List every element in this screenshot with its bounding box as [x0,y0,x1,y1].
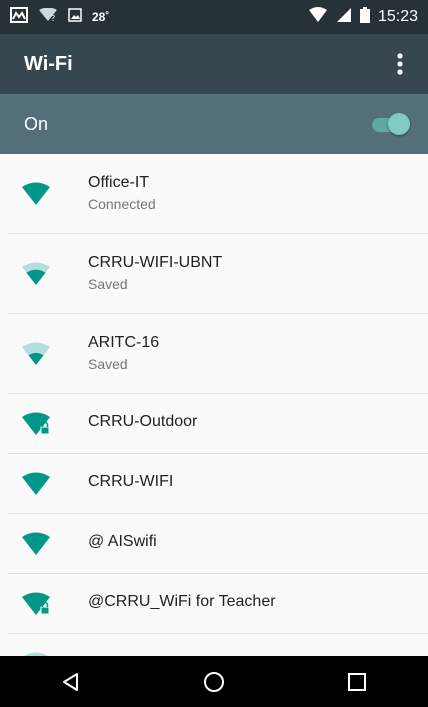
wifi-switch[interactable] [370,112,412,136]
wifi-full-icon [21,182,51,206]
recents-button[interactable] [327,662,387,702]
image-notification-icon [68,7,82,27]
temperature-text: 28˚ [92,10,110,24]
wifi-lock-icon [21,412,51,436]
back-icon [63,672,79,691]
network-status: Saved [88,356,128,372]
network-name: @ AISwifi [88,533,157,550]
wifi-toggle-bar[interactable]: On [0,94,428,154]
network-row-crru-wifi[interactable]: CRRU-WIFI [8,454,428,514]
network-row-crru-wifi-ubnt[interactable]: CRRU-WIFI-UBNT Saved [8,234,428,314]
home-icon [203,671,224,692]
svg-text:?: ? [51,14,55,22]
status-bar: ? 28˚ 15:23 [0,0,428,34]
page-title: Wi-Fi [24,52,73,75]
wifi-lock-icon [21,592,51,616]
network-status: Connected [88,196,156,212]
network-row-crru-wifi-teacher[interactable]: @CRRU_WiFi for Teacher [8,574,428,634]
network-name: Office-IT [88,174,150,191]
network-name: CRRU-WIFI-UBNT [88,254,223,271]
network-name: @CRRU_WiFi for Teacher [88,593,276,610]
wifi-medium-icon [21,262,51,286]
app-toolbar: Wi-Fi [0,34,428,94]
navigation-bar [0,656,428,707]
network-row-aritc-16[interactable]: ARITC-16 Saved [8,314,428,394]
network-row-office-it[interactable]: Office-IT Connected [8,154,428,234]
recents-icon [347,672,366,691]
clock: 15:23 [377,8,418,25]
wifi-full-icon [21,472,51,496]
cell-signal-icon [336,7,352,28]
wifi-signal-icon [308,6,328,28]
battery-icon [359,6,370,28]
network-name: CRRU-WIFI [88,473,174,490]
overflow-menu-icon[interactable] [380,44,420,84]
network-row-aiswifi[interactable]: @ AISwifi [8,514,428,574]
email-notification-icon [10,6,28,28]
network-status: Saved [88,276,128,292]
home-button[interactable] [184,662,244,702]
wifi-full-icon [21,532,51,556]
back-button[interactable] [41,662,101,702]
network-name: CRRU-Outdoor [88,413,198,430]
network-row-crru-outdoor[interactable]: CRRU-Outdoor [8,394,428,454]
switch-thumb [388,113,410,135]
wifi-medium-icon [21,342,51,366]
wifi-toggle-label: On [24,113,49,134]
network-name: ARITC-16 [88,334,160,351]
wifi-notification-icon: ? [38,7,58,27]
network-list: Office-IT Connected CRRU-WIFI-UBNT Saved… [8,154,428,694]
